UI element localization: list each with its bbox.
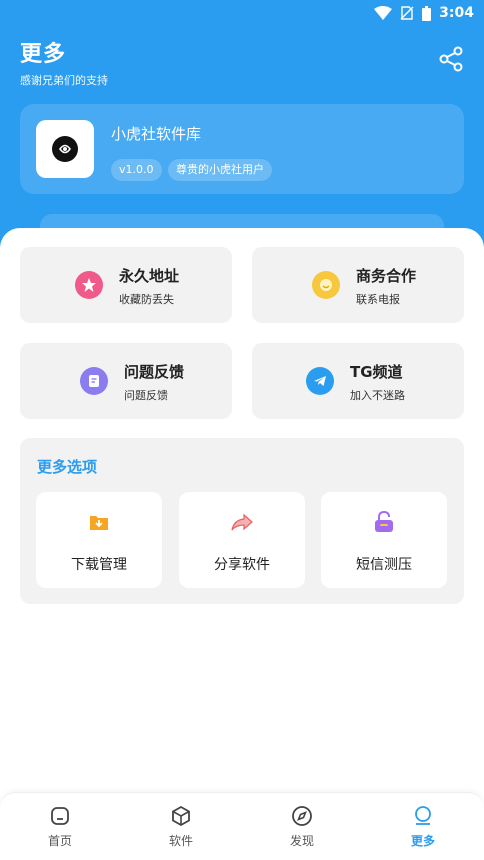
option-label: 分享软件 [214, 557, 270, 573]
version-badge: v1.0.0 [111, 159, 162, 181]
app-info-card: 小虎社软件库 v1.0.0 尊贵的小虎社用户 [20, 104, 464, 194]
download-manager-button[interactable]: 下载管理 [36, 492, 162, 588]
tile-title: TG频道 [350, 363, 403, 381]
tile-feedback[interactable]: 问题反馈 问题反馈 [20, 343, 232, 419]
bottom-tab-bar: 首页 软件 发现 更多 [0, 792, 484, 860]
option-label: 下载管理 [71, 557, 127, 573]
star-icon [75, 271, 103, 299]
app-logo [36, 120, 94, 178]
share-arrow-icon [231, 513, 253, 531]
tile-business[interactable]: 商务合作 联系电报 [252, 247, 464, 323]
tab-label: 发现 [289, 834, 314, 848]
cube-icon [172, 805, 190, 827]
tile-telegram[interactable]: TG频道 加入不迷路 [252, 343, 464, 419]
share-icon[interactable] [438, 46, 464, 72]
profile-icon [415, 806, 431, 825]
option-label: 短信测压 [356, 557, 412, 573]
tile-title: 永久地址 [119, 267, 180, 285]
download-folder-icon [90, 516, 108, 530]
tile-permanent-address[interactable]: 永久地址 收藏防丢失 [20, 247, 232, 323]
sms-test-button[interactable]: 短信测压 [321, 492, 447, 588]
tab-home[interactable]: 首页 [30, 805, 90, 849]
tile-title: 问题反馈 [124, 363, 185, 381]
wifi-icon [374, 6, 393, 20]
status-bar: 3:04 [0, 0, 484, 26]
page-subtitle: 感谢兄弟们的支持 [20, 74, 108, 87]
status-time: 3:04 [439, 5, 474, 21]
tiger-logo-icon [59, 144, 71, 154]
tile-subtitle: 问题反馈 [124, 389, 168, 402]
tab-discover[interactable]: 发现 [272, 805, 332, 849]
user-badge: 尊贵的小虎社用户 [168, 159, 272, 181]
lock-icon [375, 510, 393, 532]
page-header: 更多 感谢兄弟们的支持 [20, 36, 108, 88]
share-app-button[interactable]: 分享软件 [179, 492, 305, 588]
tab-software[interactable]: 软件 [151, 805, 211, 849]
tile-title: 商务合作 [356, 267, 417, 285]
app-name: 小虎社软件库 [111, 125, 202, 143]
tab-label: 首页 [47, 834, 72, 848]
telegram-icon [306, 367, 334, 395]
feedback-icon [80, 367, 108, 395]
section-title: 更多选项 [37, 458, 98, 476]
compass-icon [292, 806, 312, 826]
tile-subtitle: 收藏防丢失 [119, 293, 174, 306]
tile-subtitle: 联系电报 [356, 293, 400, 306]
chat-bubble-icon [312, 271, 340, 299]
more-options-section: 更多选项 下载管理 分享软件 短信测压 [20, 438, 464, 604]
tab-label: 软件 [168, 834, 193, 848]
tab-label: 更多 [410, 834, 435, 848]
no-sim-icon [400, 6, 414, 20]
home-icon [51, 807, 69, 825]
page-title: 更多 [20, 42, 67, 67]
tab-more[interactable]: 更多 [393, 805, 453, 849]
battery-icon [422, 5, 432, 21]
tile-subtitle: 加入不迷路 [350, 389, 405, 402]
